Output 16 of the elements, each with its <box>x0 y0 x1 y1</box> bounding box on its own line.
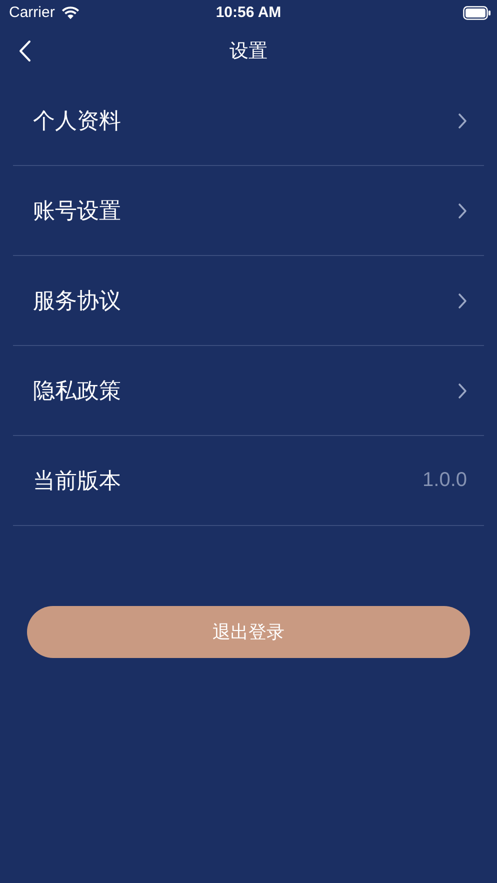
battery-icon <box>463 6 491 20</box>
settings-row[interactable]: 隐私政策 <box>13 346 484 436</box>
chevron-icon <box>458 202 467 218</box>
wifi-icon <box>60 6 80 20</box>
settings-row[interactable]: 当前版本 1.0.0 <box>13 436 484 526</box>
back-icon[interactable] <box>19 40 31 62</box>
chevron-icon <box>458 382 467 398</box>
page-title: 设置 <box>230 38 268 64</box>
carrier-label: Carrier <box>9 4 55 21</box>
chevron-icon <box>458 292 467 308</box>
version-value: 1.0.0 <box>422 469 467 492</box>
settings-row[interactable]: 个人资料 <box>13 76 484 166</box>
settings-row[interactable]: 服务协议 <box>13 256 484 346</box>
chevron-icon <box>458 112 467 128</box>
settings-row[interactable]: 账号设置 <box>13 166 484 256</box>
status-time: 10:56 AM <box>214 4 282 21</box>
